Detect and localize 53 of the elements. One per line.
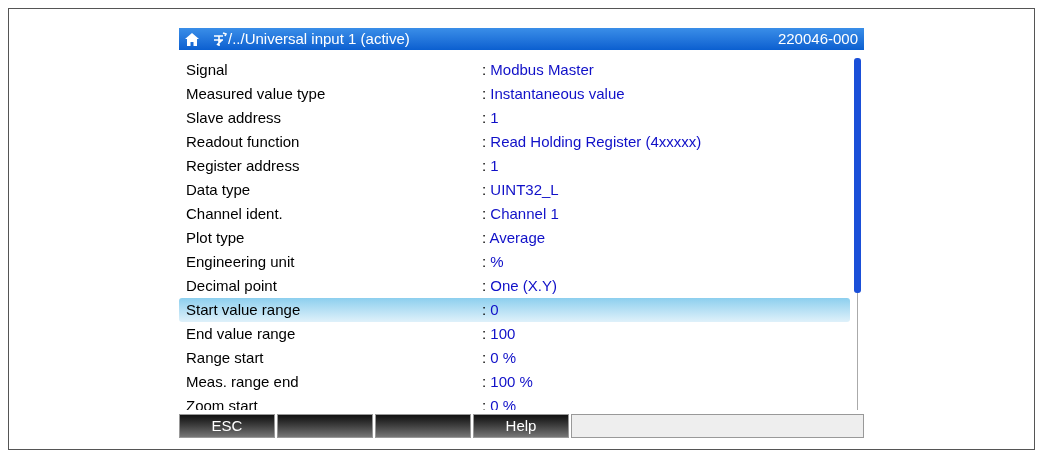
- parameter-value: : 100: [482, 323, 516, 344]
- parameter-label: Decimal point: [186, 275, 278, 296]
- parameter-label: Zoom start: [186, 395, 259, 410]
- softkey-button[interactable]: Help: [473, 414, 569, 438]
- parameter-value: : Average: [482, 227, 546, 248]
- parameter-label: Range start: [186, 347, 265, 368]
- breadcrumb-path: /../Universal input 1 (active): [228, 28, 410, 49]
- parameter-value: : Instantaneous value: [482, 83, 625, 104]
- parameter-label: Register address: [186, 155, 301, 176]
- device-id: 220046-000: [777, 28, 858, 49]
- parameter-row[interactable]: Signal : Modbus Master: [179, 58, 850, 82]
- parameter-value: : One (X.Y): [482, 275, 558, 296]
- parameter-value: : Modbus Master: [482, 59, 594, 80]
- parameter-row[interactable]: Readout function : Read Holding Register (4xxxxx): [179, 130, 850, 154]
- parameter-row[interactable]: Data type : UINT32_L: [179, 178, 850, 202]
- parameter-value: : 0 %: [482, 347, 517, 368]
- parameter-value: : Read Holding Register (4xxxxx): [482, 131, 702, 152]
- parameter-label: Plot type: [186, 227, 246, 248]
- parameter-row[interactable]: Slave address : 1: [179, 106, 850, 130]
- parameter-row[interactable]: Meas. range end : 100 %: [179, 370, 850, 394]
- parameter-label: Channel ident.: [186, 203, 284, 224]
- parameter-label: Readout function: [186, 131, 301, 152]
- parameter-row[interactable]: Channel ident. : Channel 1: [179, 202, 850, 226]
- parameter-label: Measured value type: [186, 83, 327, 104]
- parameter-row[interactable]: Engineering unit : %: [179, 250, 850, 274]
- parameter-value: : 100 %: [482, 371, 533, 392]
- parameter-value: : 0: [482, 299, 499, 320]
- parameter-row[interactable]: Range start : 0 %: [179, 346, 850, 370]
- scrollbar-thumb[interactable]: [853, 58, 861, 293]
- parameter-label: Meas. range end: [186, 371, 300, 392]
- parameter-label: Signal: [186, 59, 229, 80]
- parameter-row[interactable]: Register address : 1: [179, 154, 850, 178]
- softkey-button[interactable]: [375, 414, 471, 438]
- home-icon[interactable]: [185, 32, 199, 46]
- parameter-label: Slave address: [186, 107, 283, 128]
- parameter-label: Start value range: [186, 299, 302, 320]
- parameter-value: : 1: [482, 107, 499, 128]
- parameter-row[interactable]: Plot type : Average: [179, 226, 850, 250]
- parameter-row[interactable]: Start value range : 0: [179, 298, 850, 322]
- parameter-label: End value range: [186, 323, 297, 344]
- parameter-row[interactable]: Decimal point : One (X.Y): [179, 274, 850, 298]
- softkey-button[interactable]: ESC: [179, 414, 275, 438]
- parameter-row[interactable]: End value range : 100: [179, 322, 850, 346]
- parameter-label: Data type: [186, 179, 252, 200]
- parameter-value: : 1: [482, 155, 499, 176]
- parameter-value: : 0 %: [482, 395, 517, 410]
- parameter-row[interactable]: Measured value type : Instantaneous value: [179, 82, 850, 106]
- parameter-row[interactable]: Zoom start : 0 %: [179, 394, 850, 410]
- parameter-value: : UINT32_L: [482, 179, 559, 200]
- softkey-button[interactable]: [277, 414, 373, 438]
- parameter-label: Engineering unit: [186, 251, 296, 272]
- parameter-value: : %: [482, 251, 504, 272]
- parameter-value: : Channel 1: [482, 203, 559, 224]
